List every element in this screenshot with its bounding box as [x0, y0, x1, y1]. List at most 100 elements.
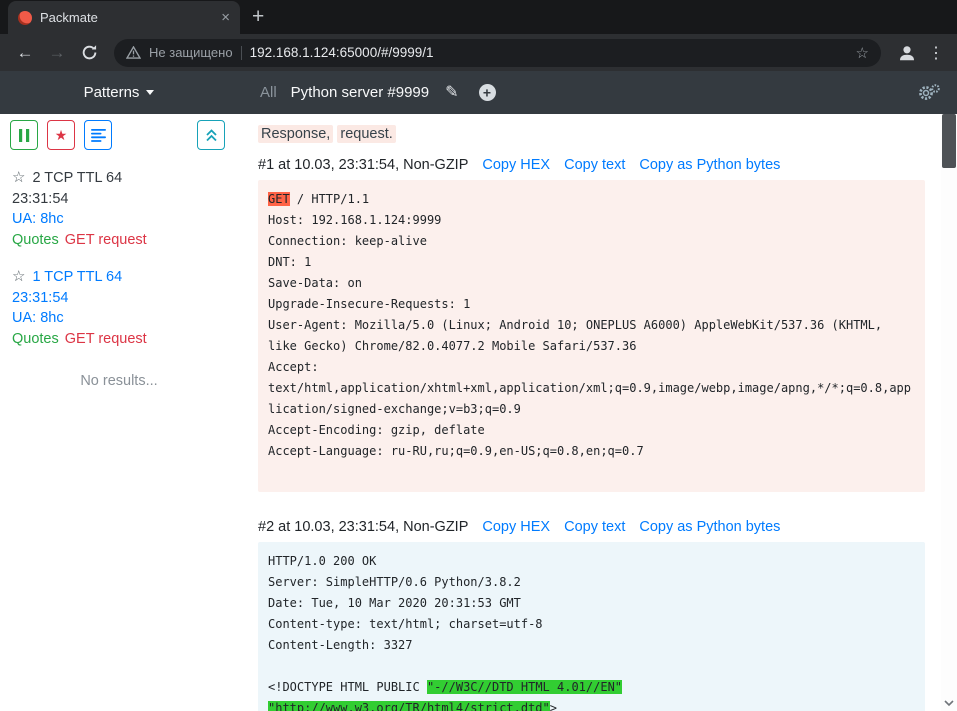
- stream-user-agent: UA: 8hc: [12, 308, 226, 329]
- stream-list-item[interactable]: ☆2 TCP TTL 6423:31:54UA: 8hcQuotesGET re…: [0, 168, 238, 250]
- reload-icon: [81, 44, 98, 61]
- browser-window: Packmate × + ← → Не защищено 192.168.1.1…: [0, 0, 957, 711]
- packet-text: DNT: 1: [268, 255, 311, 269]
- packet-line: Content-Length: 3327: [268, 635, 915, 656]
- copy-action-link[interactable]: Copy HEX: [482, 519, 550, 535]
- stream-user-agent: UA: 8hc: [12, 209, 226, 230]
- list-icon: [91, 129, 106, 142]
- address-bar[interactable]: Не защищено 192.168.1.124:65000/#/9999/1…: [114, 39, 881, 67]
- packet-line: GET / HTTP/1.1: [268, 189, 915, 210]
- stream-tag-get-request: GET request: [65, 232, 147, 248]
- bookmark-star-icon[interactable]: ☆: [856, 44, 869, 62]
- stream-list: ☆2 TCP TTL 6423:31:54UA: 8hcQuotesGET re…: [0, 168, 238, 349]
- packmate-favicon-icon: [18, 11, 32, 25]
- list-view-button[interactable]: [84, 120, 112, 150]
- packet-line: Accept-Encoding: gzip, deflate: [268, 420, 915, 441]
- url-text[interactable]: 192.168.1.124:65000/#/9999/1: [250, 45, 848, 60]
- app-header: Patterns All Python server #9999 ✎ +: [0, 71, 957, 114]
- packet-text: Accept-Encoding: gzip, deflate: [268, 423, 485, 437]
- packet-header-label: #2 at 10.03, 23:31:54, Non-GZIP: [258, 519, 468, 535]
- forward-button[interactable]: →: [42, 44, 72, 61]
- favorite-star-icon[interactable]: ☆: [12, 169, 25, 186]
- packet-body-response: HTTP/1.0 200 OK Server: SimpleHTTP/0.6 Py…: [258, 542, 925, 711]
- packet-header-row: #1 at 10.03, 23:31:54, Non-GZIP Copy HEX C…: [258, 157, 925, 173]
- back-button[interactable]: ←: [10, 44, 40, 61]
- packet-line: Date: Tue, 10 Mar 2020 20:31:53 GMT: [268, 593, 915, 614]
- pattern-match-highlight: "http://www.w3.org/TR/html4/strict.dtd": [268, 701, 550, 711]
- copy-action-link[interactable]: Copy text: [564, 157, 625, 173]
- packet-text: Host: 192.168.1.124:9999: [268, 213, 441, 227]
- packet-line: DNT: 1: [268, 252, 915, 273]
- chevron-down-icon: [942, 696, 956, 710]
- packet-block: #2 at 10.03, 23:31:54, Non-GZIP Copy HEX C…: [258, 519, 925, 711]
- tab-title: Packmate: [40, 10, 213, 25]
- packet-text: Server: SimpleHTTP/0.6 Python/3.8.2: [268, 575, 521, 589]
- stream-list-item[interactable]: ☆1 TCP TTL 6423:31:54UA: 8hcQuotesGET re…: [0, 267, 238, 349]
- no-results-label: No results...: [0, 373, 238, 389]
- scrollbar-track[interactable]: [941, 114, 957, 711]
- legend-pattern-name: request.: [337, 125, 395, 143]
- copy-action-link[interactable]: Copy as Python bytes: [639, 519, 780, 535]
- pattern-match-highlight: GET: [268, 192, 290, 206]
- security-label: Не защищено: [149, 45, 233, 60]
- profile-avatar-icon[interactable]: [897, 43, 917, 63]
- packet-body-request: GET / HTTP/1.1 Host: 192.168.1.124:9999 Co…: [258, 180, 925, 492]
- stream-tags: QuotesGET request: [12, 329, 226, 350]
- stream-tag-quotes: Quotes: [12, 331, 59, 347]
- patterns-label: Patterns: [84, 84, 140, 101]
- edit-service-icon[interactable]: ✎: [445, 85, 458, 101]
- legend-pattern-name: Response,: [258, 125, 333, 143]
- browser-tab-strip: Packmate × +: [0, 0, 957, 34]
- packet-list: #1 at 10.03, 23:31:54, Non-GZIP Copy HEX C…: [258, 157, 925, 711]
- packet-line: Connection: keep-alive: [268, 231, 915, 252]
- star-icon: ★: [55, 128, 68, 142]
- add-service-button[interactable]: +: [479, 84, 496, 101]
- packet-line: User-Agent: Mozilla/5.0 (Linux; Android …: [268, 315, 915, 357]
- pause-capture-button[interactable]: [10, 120, 38, 150]
- pattern-legend: Response, request.: [258, 126, 925, 142]
- content-area: ★ ☆2 TCP TTL 6423:31: [0, 114, 957, 711]
- settings-gears-icon[interactable]: [917, 83, 941, 102]
- packet-header-row: #2 at 10.03, 23:31:54, Non-GZIP Copy HEX C…: [258, 519, 925, 535]
- patterns-dropdown[interactable]: Patterns: [0, 84, 238, 101]
- packet-text: Content-Length: 3327: [268, 638, 413, 652]
- omnibox-separator: [241, 46, 242, 60]
- packet-text: / HTTP/1.1: [290, 192, 369, 206]
- gears-icon: [917, 83, 941, 102]
- tab-close-icon[interactable]: ×: [221, 10, 230, 25]
- packet-line: HTTP/1.0 200 OK: [268, 551, 915, 572]
- tab-python-server[interactable]: Python server #9999: [291, 84, 429, 101]
- packet-text: HTTP/1.0 200 OK: [268, 554, 376, 568]
- stream-title: 2 TCP TTL 64: [32, 170, 122, 186]
- packet-header-label: #1 at 10.03, 23:31:54, Non-GZIP: [258, 157, 468, 173]
- stream-tags: QuotesGET request: [12, 230, 226, 251]
- person-icon: [897, 43, 917, 63]
- packet-line: Upgrade-Insecure-Requests: 1: [268, 294, 915, 315]
- pattern-match-highlight: "-//W3C//DTD HTML 4.01//EN": [427, 680, 622, 694]
- chevron-down-icon: [146, 90, 154, 95]
- new-tab-button[interactable]: +: [252, 6, 264, 27]
- packet-text: Upgrade-Insecure-Requests: 1: [268, 297, 470, 311]
- browser-menu-kebab-icon[interactable]: ⋮: [925, 43, 947, 63]
- scroll-down-button[interactable]: [942, 696, 956, 710]
- copy-action-link[interactable]: Copy text: [564, 519, 625, 535]
- packet-text: Connection: keep-alive: [268, 234, 427, 248]
- scrollbar-thumb[interactable]: [942, 114, 956, 168]
- favorites-filter-button[interactable]: ★: [47, 120, 75, 150]
- stream-sidebar: ★ ☆2 TCP TTL 6423:31: [0, 114, 238, 711]
- packet-line: [268, 656, 915, 677]
- packet-text: Accept: text/html,application/xhtml+xml,…: [268, 360, 911, 416]
- collapse-panel-button[interactable]: [197, 120, 225, 150]
- tab-all[interactable]: All: [260, 84, 277, 101]
- packet-line: Host: 192.168.1.124:9999: [268, 210, 915, 231]
- browser-tab[interactable]: Packmate ×: [8, 1, 240, 34]
- packet-line: Accept: text/html,application/xhtml+xml,…: [268, 357, 915, 420]
- copy-action-link[interactable]: Copy HEX: [482, 157, 550, 173]
- reload-button[interactable]: [74, 44, 104, 61]
- copy-action-link[interactable]: Copy as Python bytes: [639, 157, 780, 173]
- sidebar-toolbar: ★: [0, 120, 238, 150]
- packet-line: Accept-Language: ru-RU,ru;q=0.9,en-US;q=…: [268, 441, 915, 462]
- packet-block: #1 at 10.03, 23:31:54, Non-GZIP Copy HEX C…: [258, 157, 925, 492]
- favorite-star-icon[interactable]: ☆: [12, 268, 25, 285]
- packet-view: Response, request. #1 at 10.03, 23:31:54…: [238, 114, 941, 711]
